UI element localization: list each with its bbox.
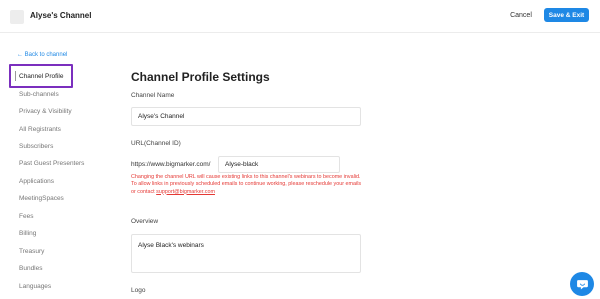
sidebar-item-privacy-visibility[interactable]: Privacy & Visibility [19, 108, 72, 115]
channel-title: Alyse's Channel [30, 11, 92, 20]
chat-bubble-icon [576, 279, 588, 289]
sidebar-item-all-registrants[interactable]: All Registrants [19, 126, 61, 133]
back-to-channel-link[interactable]: ← Back to channel [17, 52, 67, 58]
cancel-button[interactable]: Cancel [504, 8, 538, 23]
save-exit-button[interactable]: Save & Exit [544, 8, 589, 22]
page-title: Channel Profile Settings [131, 70, 270, 84]
channel-id-input[interactable]: Alyse-black [218, 156, 340, 173]
sidebar-item-subscribers[interactable]: Subscribers [19, 143, 53, 150]
overview-label: Overview [131, 218, 159, 225]
url-label: URL(Channel ID) [131, 140, 181, 147]
sidebar-item-bundles[interactable]: Bundles [19, 265, 43, 272]
channel-logo [10, 10, 24, 24]
logo-label: Logo [131, 287, 146, 294]
sidebar-item-past-guest-presenters[interactable]: Past Guest Presenters [19, 160, 84, 167]
url-change-warning: Changing the channel URL will cause exis… [131, 174, 363, 196]
sidebar-item-billing[interactable]: Billing [19, 230, 36, 237]
active-item-indicator [15, 71, 16, 81]
support-email-link[interactable]: support@bigmarker.com [156, 189, 215, 195]
channel-name-input[interactable]: Alyse's Channel [131, 107, 361, 126]
url-prefix: https://www.bigmarker.com/ [131, 161, 211, 168]
chat-support-button[interactable] [570, 272, 594, 296]
sidebar-item-sub-channels[interactable]: Sub-channels [19, 91, 59, 98]
sidebar-item-meetingspaces[interactable]: MeetingSpaces [19, 195, 64, 202]
sidebar-item-channel-profile[interactable]: Channel Profile [19, 73, 63, 80]
sidebar-item-applications[interactable]: Applications [19, 178, 54, 185]
top-header: Alyse's Channel Cancel Save & Exit [0, 0, 600, 33]
sidebar-item-languages[interactable]: Languages [19, 283, 51, 290]
sidebar-item-treasury[interactable]: Treasury [19, 248, 44, 255]
overview-textarea[interactable]: Alyse Black's webinars [131, 234, 361, 273]
channel-name-label: Channel Name [131, 92, 175, 99]
sidebar-item-fees[interactable]: Fees [19, 213, 33, 220]
